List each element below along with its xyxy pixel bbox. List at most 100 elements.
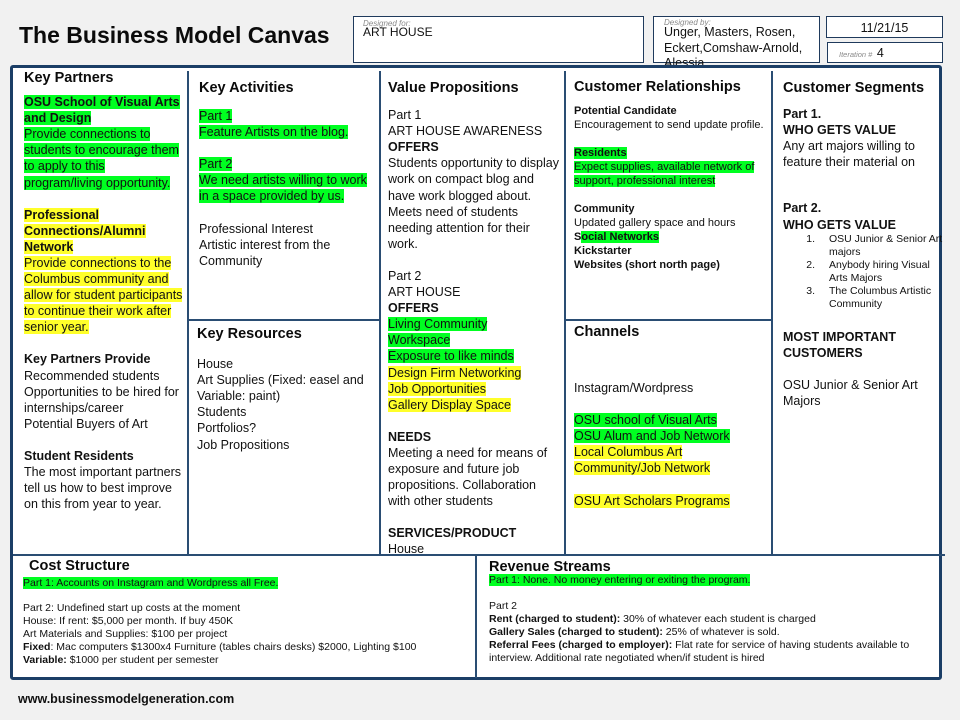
key-partners-title: Key Partners <box>24 70 114 86</box>
vp-offer-item: Workspace <box>388 333 451 348</box>
customer-segments-section: Customer Segments Part 1. WHO GETS VALUE… <box>783 80 943 409</box>
resource-item: House <box>197 357 234 372</box>
list-text: Anybody hiring Visual Arts Majors <box>829 258 930 284</box>
vp-part2-label: Part 2 <box>388 268 422 283</box>
cr-candidate-title: Potential Candidate <box>574 105 677 117</box>
revenue-streams-section: Revenue Streams Part 1: None. No money e… <box>489 559 934 665</box>
activities-extra: Professional Interest <box>199 221 313 236</box>
date-value: 11/21/15 <box>860 21 909 35</box>
vp-offers-label: OFFERS <box>388 140 439 155</box>
vp-needs-body: Meeting a need for means of exposure and… <box>388 445 548 509</box>
partners-provide-title: Key Partners Provide <box>24 352 151 367</box>
cost-variable: Variable: $1000 per student per semester <box>23 654 473 667</box>
revenue-gallery: Gallery Sales (charged to student): 25% … <box>489 626 934 639</box>
cs-who-label: WHO GETS VALUE <box>783 217 896 232</box>
key-resources-title: Key Resources <box>197 326 302 342</box>
partner-osu-title: OSU School of Visual Arts and Design <box>24 95 180 126</box>
cost-fixed: Fixed: Mac computers $1300x4 Furniture (… <box>23 641 473 654</box>
divider <box>565 319 772 321</box>
cs-part2-label: Part 2. <box>783 201 822 216</box>
revenue-part1: Part 1: None. No money entering or exiti… <box>489 574 751 586</box>
customer-segments-title: Customer Segments <box>783 80 925 96</box>
vp-part1-label: Part 1 <box>388 108 422 123</box>
cr-candidate-body: Encouragement to send update profile. <box>574 119 764 131</box>
cr-websites: Websites (short north page) <box>574 259 720 271</box>
cs-who-label: WHO GETS VALUE <box>783 123 896 138</box>
student-residents-body: The most important partners tell us how … <box>24 464 182 512</box>
list-number: 1. <box>806 232 815 245</box>
cost-variable-label: Variable: <box>23 654 67 666</box>
cost-fixed-label: Fixed <box>23 641 51 653</box>
partners-provide-item: Recommended students <box>24 368 160 383</box>
channels-section: Channels Instagram/Wordpress OSU school … <box>574 324 769 509</box>
vp-offer-item: Exposure to like minds <box>388 349 514 364</box>
divider <box>475 554 477 678</box>
cost-fixed-body: : Mac computers $1300x4 Furniture (table… <box>50 641 417 653</box>
activities-part2-label: Part 2 <box>199 157 233 172</box>
designed-by-box[interactable]: Designed by: Unger, Masters, Rosen, Ecke… <box>653 16 820 70</box>
vp-offer-item: Job Opportunities <box>388 381 486 396</box>
channel-item: Local Columbus Art Community/Job Network <box>574 445 711 476</box>
revenue-part2: Part 2 <box>489 600 518 612</box>
date-box[interactable]: 11/21/15 <box>826 16 943 38</box>
customer-relationships-title: Customer Relationships <box>574 79 741 95</box>
partner-pro-title: Professional Connections/Alumni Network <box>24 207 146 254</box>
channels-title: Channels <box>574 324 640 340</box>
resource-item: Students <box>197 405 247 420</box>
customer-relationships-section: Customer Relationships Potential Candida… <box>574 80 769 272</box>
cost-structure-section: Cost Structure Part 1: Accounts on Insta… <box>23 558 473 667</box>
activities-extra: Artistic interest from the Community <box>199 237 331 268</box>
key-resources-section: Key Resources House Art Supplies (Fixed:… <box>197 326 372 453</box>
cs-part1-label: Part 1. <box>783 107 822 122</box>
cs-part1-body: Any art majors willing to feature their … <box>783 139 916 170</box>
vp-services-body: House <box>388 542 425 557</box>
partner-osu-body: Provide connections to students to encou… <box>24 127 179 190</box>
vp-part1-body: Students opportunity to display work on … <box>388 156 559 251</box>
divider <box>187 71 189 555</box>
cr-community-title: Community <box>574 203 635 215</box>
cost-structure-title: Cost Structure <box>29 558 130 574</box>
cs-part2-list: 1. OSU Junior & Senior Art majors 2. Anybo… <box>783 233 943 311</box>
iteration-box[interactable]: Iteration # 4 <box>827 42 943 63</box>
cr-social-networks: Social Networks <box>574 230 769 244</box>
list-number: 3. <box>806 284 815 297</box>
cs-list-item: 3. The Columbus Artistic Community <box>783 285 943 311</box>
cost-variable-body: $1000 per student per semester <box>66 654 219 666</box>
revenue-rent: Rent (charged to student): 30% of whatev… <box>489 613 934 626</box>
resource-item: Art Supplies (Fixed: easel and Variable:… <box>197 373 364 404</box>
resource-item: Job Propositions <box>197 437 290 452</box>
list-number: 2. <box>806 258 815 271</box>
vp-offer-item: Living Community <box>388 317 488 332</box>
cs-most-important-body: OSU Junior & Senior Art Majors <box>783 377 918 408</box>
resource-item: Portfolios? <box>197 421 257 436</box>
iteration-label: Iteration # <box>839 50 873 59</box>
revenue-referral: Referral Fees (charged to employer): Fla… <box>489 639 934 665</box>
partner-pro-body: Provide connections to the Columbus comm… <box>24 255 183 335</box>
vp-offer-item: Design Firm Networking <box>388 365 522 380</box>
revenue-gallery-label: Gallery Sales (charged to student): <box>489 626 663 638</box>
vp-offer-item: Gallery Display Space <box>388 397 511 412</box>
activities-part1-label: Part 1 <box>199 109 233 124</box>
channel-scholars: OSU Art Scholars Programs <box>574 493 730 508</box>
cr-kickstarter: Kickstarter <box>574 245 632 257</box>
value-propositions-title: Value Propositions <box>388 80 519 96</box>
activities-part2-body: We need artists willing to work in a spa… <box>199 173 367 204</box>
designed-for-box[interactable]: Designed for: ART HOUSE <box>353 16 644 63</box>
key-activities-title: Key Activities <box>199 80 294 96</box>
footer-url[interactable]: www.businessmodelgeneration.com <box>18 692 234 706</box>
divider <box>564 71 566 555</box>
vp-part2-name: ART HOUSE <box>388 285 461 300</box>
value-propositions-section: Value Propositions Part 1 ART HOUSE AWAR… <box>388 80 560 557</box>
key-partners-section: Key Partners OSU School of Visual Arts a… <box>24 70 184 512</box>
cr-social-rest: ocial Networks <box>581 231 659 243</box>
cr-residents-body: Expect supplies, available network of su… <box>574 161 755 187</box>
cost-house: House: If rent: $5,000 per month. If buy… <box>23 615 234 627</box>
revenue-referral-label: Referral Fees (charged to employer): <box>489 639 673 651</box>
revenue-streams-title: Revenue Streams <box>489 559 611 575</box>
revenue-gallery-body: 25% of whatever is sold. <box>662 626 780 638</box>
designed-for-value: ART HOUSE <box>363 25 433 39</box>
cost-part1: Part 1: Accounts on Instagram and Wordpr… <box>23 577 279 589</box>
cost-materials: Art Materials and Supplies: $100 per pro… <box>23 628 228 640</box>
cs-most-important-label: MOST IMPORTANT CUSTOMERS <box>783 329 896 360</box>
cost-part2: Part 2: Undefined start up costs at the … <box>23 602 241 614</box>
